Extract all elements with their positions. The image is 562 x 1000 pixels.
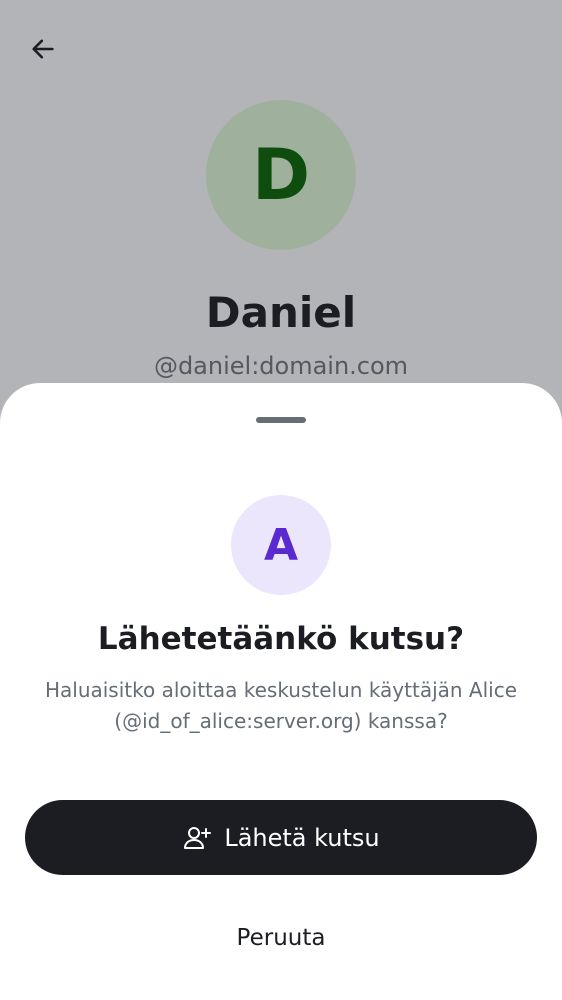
send-invite-label: Lähetä kutsu	[224, 823, 380, 852]
cancel-button[interactable]: Peruuta	[180, 913, 382, 963]
arrow-left-icon	[29, 35, 57, 68]
sheet-message: Haluaisitko aloittaa keskustelun käyttäj…	[44, 678, 518, 733]
back-button[interactable]	[22, 30, 64, 72]
profile-handle: @daniel:domain.com	[153, 352, 409, 380]
invite-bottom-sheet: A Lähetetäänkö kutsu? Haluaisitko aloitt…	[0, 383, 562, 1000]
sheet-drag-handle[interactable]	[256, 417, 306, 423]
profile-avatar: D	[206, 100, 356, 250]
sheet-title: Lähetetäänkö kutsu?	[97, 621, 465, 657]
profile-name: Daniel	[205, 288, 357, 337]
invitee-avatar: A	[231, 495, 331, 595]
user-add-icon	[182, 823, 212, 853]
send-invite-button[interactable]: Lähetä kutsu	[25, 800, 537, 875]
